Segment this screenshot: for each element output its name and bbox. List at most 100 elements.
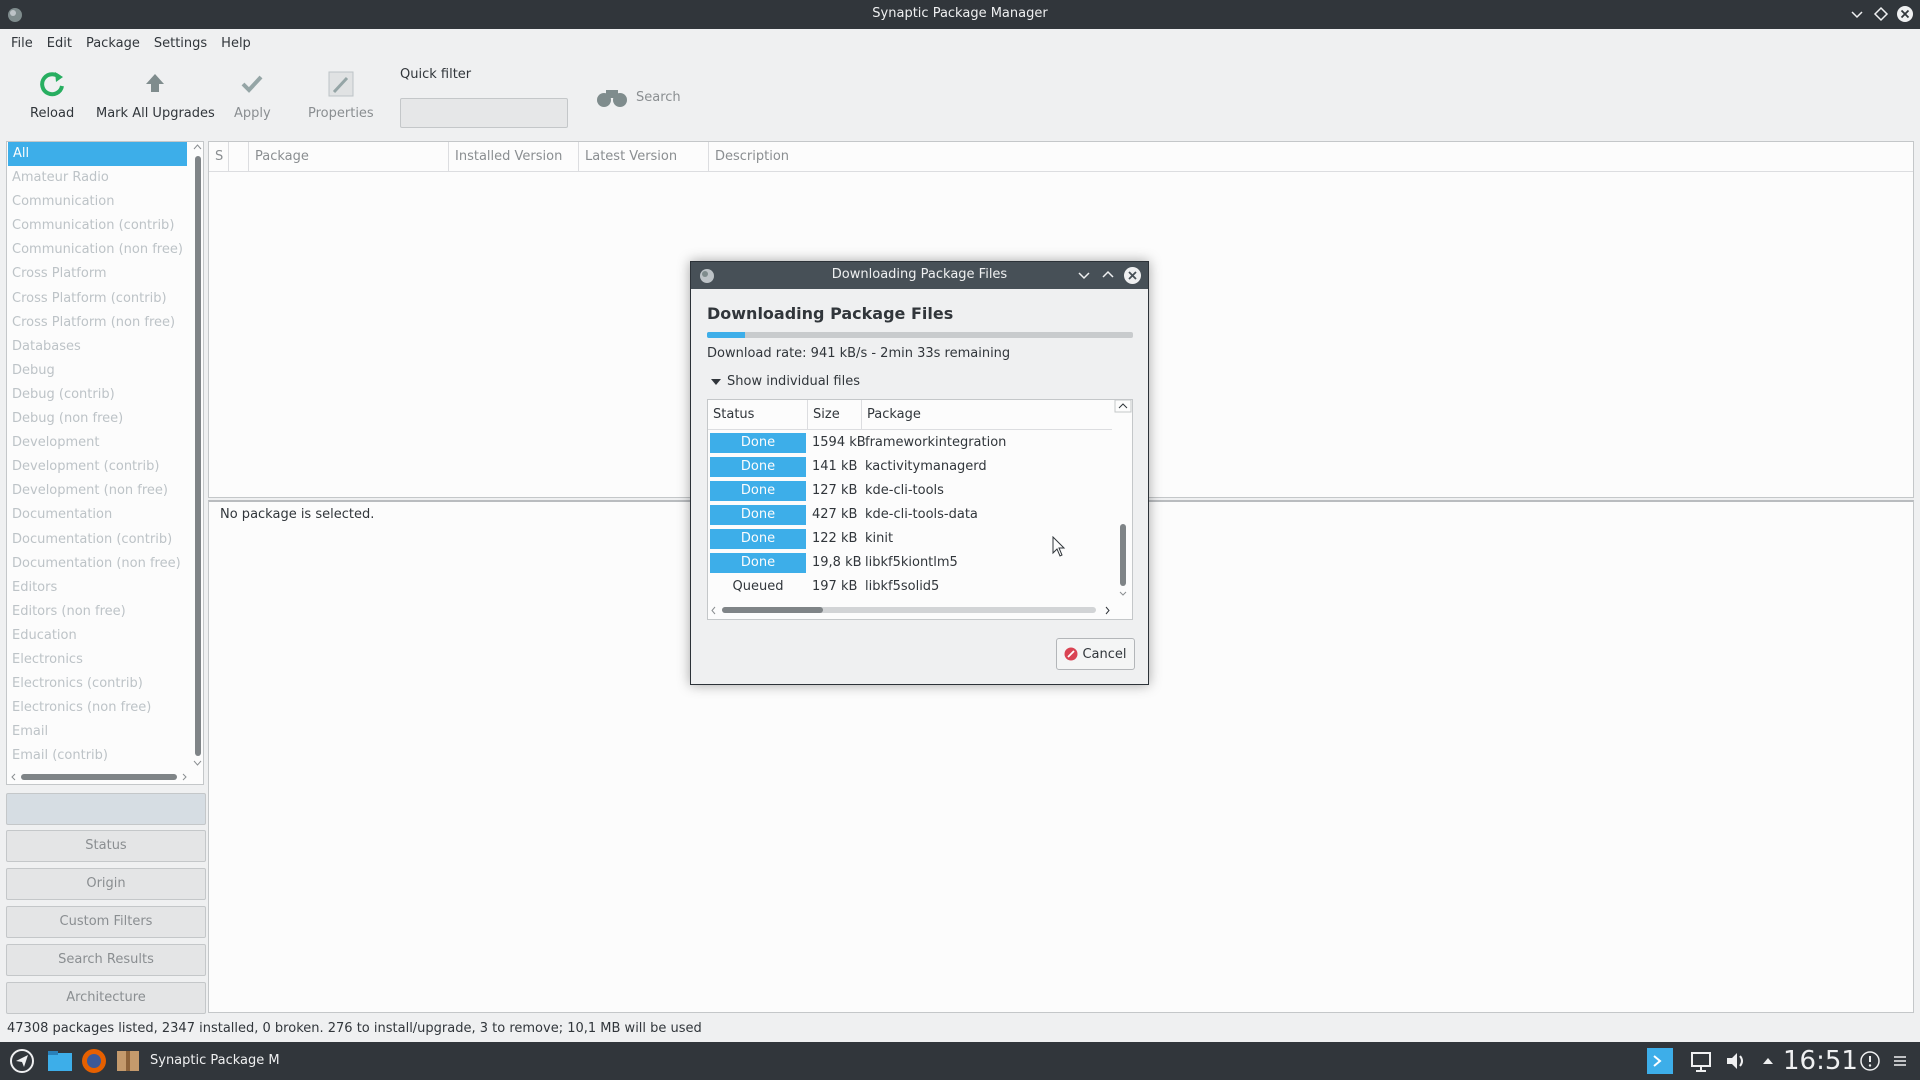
category-item[interactable]: Databases [7, 335, 187, 359]
search-button[interactable]: Search [596, 86, 681, 108]
file-size-cell: 197 kB [812, 579, 858, 594]
network-icon[interactable] [1688, 1047, 1716, 1075]
reload-label: Reload [30, 106, 75, 121]
dialog-maximize-icon[interactable] [1100, 267, 1116, 283]
window-titlebar: Synaptic Package Manager [0, 0, 1920, 29]
volume-icon[interactable] [1722, 1047, 1750, 1075]
column-file-size[interactable]: Size [808, 400, 862, 430]
cancel-icon [1064, 647, 1078, 661]
column-status-s[interactable]: S [209, 142, 229, 172]
file-status-cell: Done [710, 553, 806, 573]
panel-menu-icon[interactable] [1886, 1047, 1914, 1075]
category-item[interactable]: Debug (non free) [7, 407, 187, 431]
category-item[interactable]: Education [7, 624, 187, 648]
properties-button[interactable]: Properties [308, 68, 374, 121]
category-item[interactable]: Debug (contrib) [7, 383, 187, 407]
firefox-icon[interactable] [80, 1047, 108, 1075]
category-item[interactable]: Communication [7, 190, 187, 214]
file-row[interactable]: Done 127 kB kde-cli-tools [708, 479, 1112, 503]
category-item[interactable]: Cross Platform (non free) [7, 311, 187, 335]
file-size-cell: 1594 kB [812, 435, 866, 450]
category-item[interactable]: Development (non free) [7, 479, 187, 503]
show-individual-files-expander[interactable]: Show individual files [711, 374, 860, 389]
file-table-vertical-scrollbar[interactable] [1114, 400, 1132, 600]
cancel-label: Cancel [1082, 646, 1127, 662]
category-item[interactable]: Documentation [7, 503, 187, 527]
notifications-icon[interactable] [1856, 1047, 1884, 1075]
mark-all-upgrades-button[interactable]: Mark All Upgrades [96, 68, 215, 121]
file-package-cell: kinit [865, 531, 894, 546]
column-file-package[interactable]: Package [862, 400, 1112, 430]
expander-triangle-icon [711, 378, 721, 385]
menu-file[interactable]: File [4, 36, 40, 51]
file-row[interactable]: Done 1594 kB frameworkintegration [708, 431, 1112, 455]
task-synaptic[interactable]: Synaptic Package M [150, 1053, 280, 1068]
menu-help[interactable]: Help [214, 36, 258, 51]
category-item[interactable]: All [8, 142, 187, 167]
apply-label: Apply [234, 106, 271, 121]
filter-origin-button[interactable]: Origin [6, 868, 206, 900]
category-item[interactable]: Documentation (contrib) [7, 528, 187, 552]
category-item[interactable]: Communication (non free) [7, 238, 187, 262]
file-size-cell: 122 kB [812, 531, 858, 546]
category-horizontal-scrollbar[interactable] [9, 770, 189, 784]
file-row[interactable]: Done 141 kB kactivitymanagerd [708, 455, 1112, 479]
menu-package[interactable]: Package [79, 36, 147, 51]
file-table-horizontal-scrollbar[interactable] [708, 602, 1114, 619]
konsole-icon[interactable] [1647, 1048, 1673, 1074]
filter-sections-button[interactable] [6, 793, 206, 825]
category-item[interactable]: Communication (contrib) [7, 214, 187, 238]
dialog-minimize-icon[interactable] [1076, 267, 1092, 283]
dialog-close-icon[interactable] [1123, 266, 1142, 285]
reload-button[interactable]: Reload [30, 68, 74, 121]
file-manager-icon[interactable] [46, 1047, 74, 1075]
file-download-table[interactable]: Status Size Package Done 1594 kB framework… [707, 399, 1133, 620]
tray-expand-icon[interactable] [1754, 1047, 1782, 1075]
menu-settings[interactable]: Settings [147, 36, 214, 51]
category-vertical-scrollbar[interactable] [191, 142, 204, 768]
filter-search-results-button[interactable]: Search Results [6, 944, 206, 976]
column-file-status[interactable]: Status [708, 400, 808, 430]
file-row[interactable]: Queued 197 kB libkf5solid5 [708, 575, 1112, 599]
application-launcher-icon[interactable] [8, 1047, 36, 1075]
minimize-icon[interactable] [1848, 5, 1866, 23]
category-item[interactable]: Email (contrib) [7, 744, 187, 768]
category-item[interactable]: Cross Platform [7, 262, 187, 286]
column-description[interactable]: Description [709, 142, 1913, 172]
column-latest-version[interactable]: Latest Version [579, 142, 709, 172]
synaptic-task-icon[interactable] [114, 1047, 142, 1075]
dialog-heading: Downloading Package Files [707, 304, 954, 323]
expander-label: Show individual files [727, 374, 861, 389]
clock[interactable]: 16:51 [1783, 1046, 1858, 1076]
filter-architecture-button[interactable]: Architecture [6, 982, 206, 1014]
category-item[interactable]: Amateur Radio [7, 166, 187, 190]
category-item[interactable]: Electronics [7, 648, 187, 672]
category-item[interactable]: Cross Platform (contrib) [7, 287, 187, 311]
cancel-button[interactable]: Cancel [1056, 638, 1135, 670]
column-package[interactable]: Package [249, 142, 449, 172]
category-item[interactable]: Editors [7, 576, 187, 600]
category-item[interactable]: Editors (non free) [7, 600, 187, 624]
menu-edit[interactable]: Edit [40, 36, 79, 51]
file-package-cell: libkf5solid5 [865, 579, 940, 594]
column-support[interactable] [229, 142, 249, 172]
category-item[interactable]: Development (contrib) [7, 455, 187, 479]
dialog-titlebar[interactable]: Downloading Package Files [691, 262, 1148, 289]
column-installed-version[interactable]: Installed Version [449, 142, 579, 172]
mouse-cursor-icon [1052, 536, 1066, 557]
category-item[interactable]: Debug [7, 359, 187, 383]
properties-pencil-icon [328, 71, 354, 97]
category-item[interactable]: Email [7, 720, 187, 744]
apply-button[interactable]: Apply [234, 68, 271, 121]
category-item[interactable]: Documentation (non free) [7, 552, 187, 576]
category-item[interactable]: Electronics (contrib) [7, 672, 187, 696]
filter-custom-button[interactable]: Custom Filters [6, 906, 206, 938]
quick-filter-input[interactable] [400, 98, 568, 128]
close-icon[interactable] [1896, 5, 1914, 23]
category-item[interactable]: Development [7, 431, 187, 455]
category-item[interactable]: Electronics (non free) [7, 696, 187, 720]
category-list[interactable]: All Amateur Radio Communication Communicati… [7, 142, 187, 770]
file-row[interactable]: Done 427 kB kde-cli-tools-data [708, 503, 1112, 527]
filter-status-button[interactable]: Status [6, 830, 206, 862]
maximize-icon[interactable] [1872, 5, 1890, 23]
